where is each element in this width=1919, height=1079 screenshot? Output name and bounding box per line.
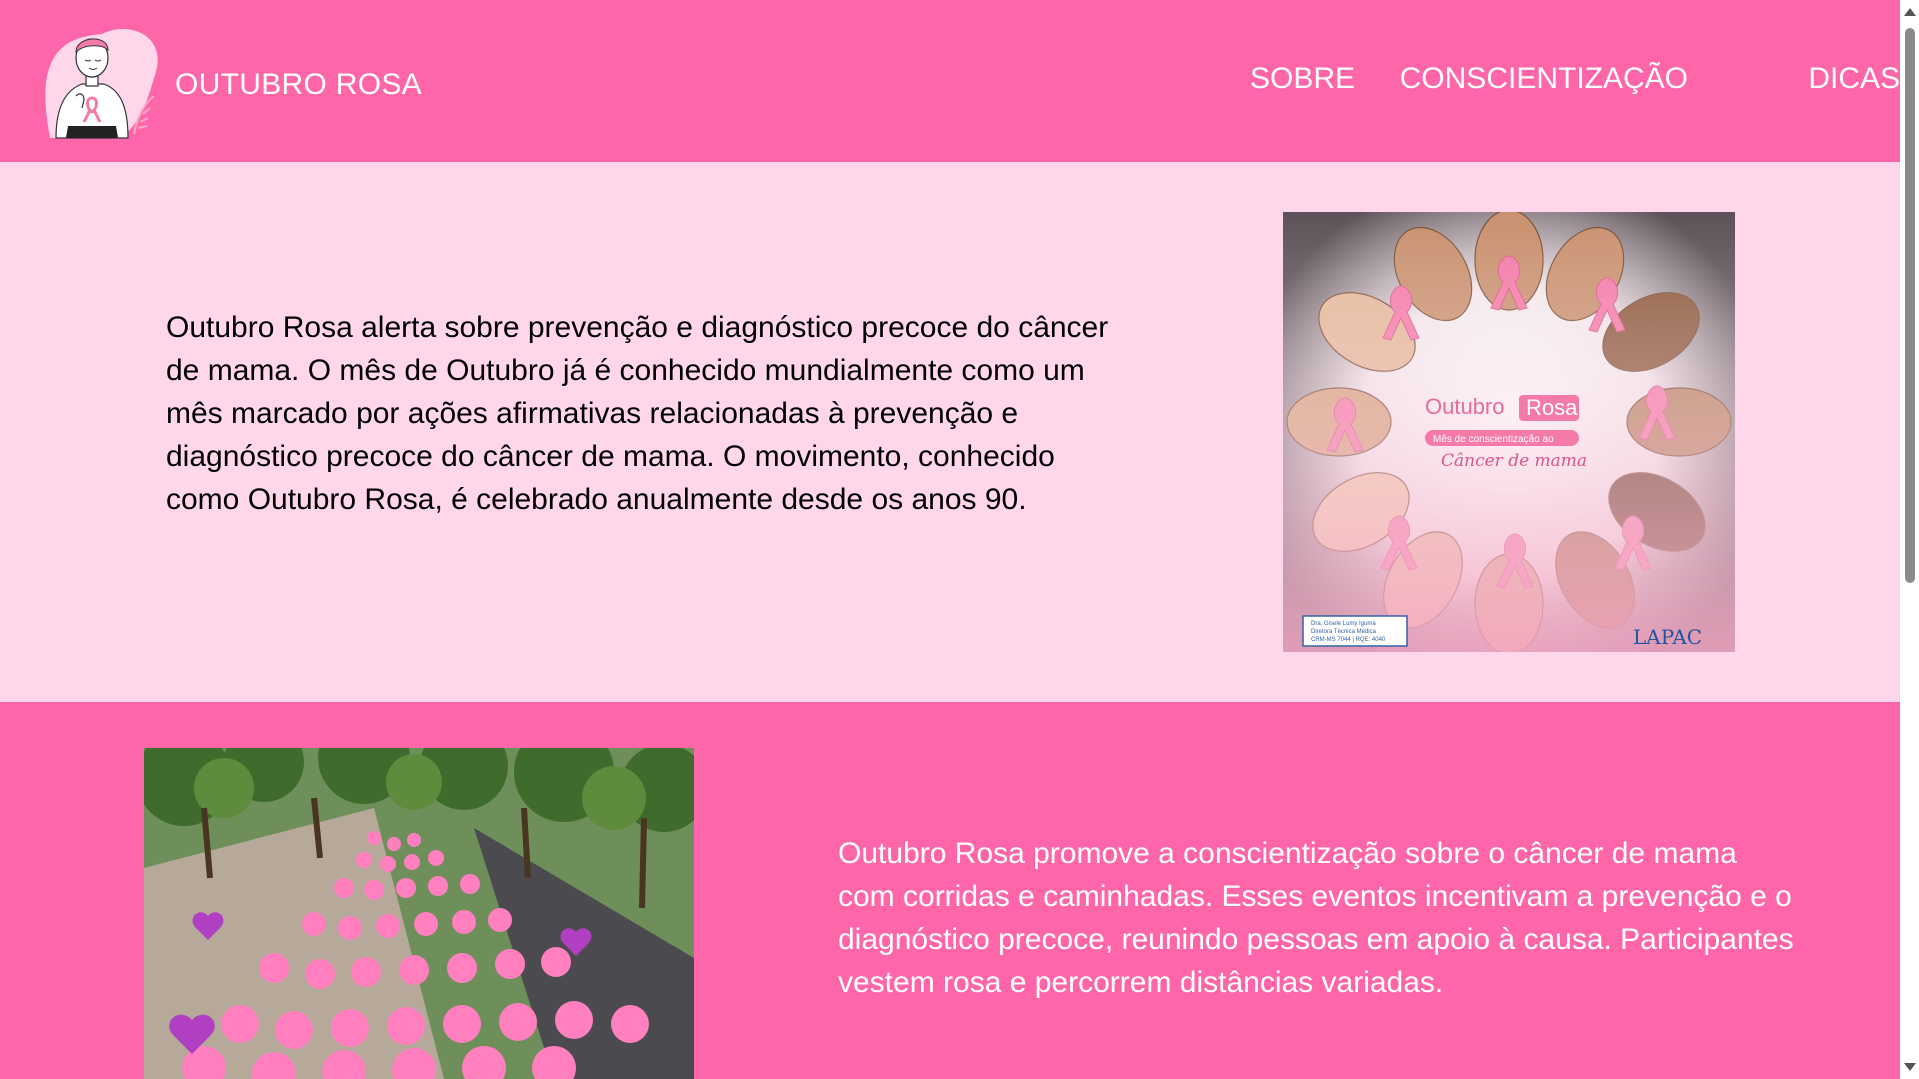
logo-illustration[interactable] [42,26,162,140]
doctor-crm: CRM-MS 7044 | RQE: 4040 [1311,637,1386,643]
nav-link-dicas[interactable]: DICAS [1808,62,1900,96]
events-section: Outubro Rosa promove a conscientização s… [0,702,1900,1079]
doctor-title: Diretora Técnica Médica [1311,629,1377,635]
pink-walk-photo [144,748,694,1079]
image-subtitle: Mês de conscientização ao [1433,434,1554,445]
awareness-section: Outubro Rosa alerta sobre prevenção e di… [0,162,1900,702]
scroll-up-arrow-icon[interactable] [1904,8,1916,16]
site-header: OUTUBRO ROSA SOBRE CONSCIENTIZAÇÃO DICAS [0,0,1900,162]
image-title-rosa: Rosa [1526,395,1578,420]
awareness-paragraph: Outubro Rosa alerta sobre prevenção e di… [166,311,1109,516]
site-title: OUTUBRO ROSA [175,68,422,101]
page-scrollbar[interactable] [1900,0,1919,1079]
scrollbar-thumb[interactable] [1905,28,1915,583]
scroll-down-arrow-icon[interactable] [1904,1063,1916,1071]
image-script-text: Câncer de mama [1441,451,1587,471]
image-title-outubro: Outubro [1425,394,1505,419]
doctor-name: Dra. Gisele Lumy Iguma [1311,621,1376,627]
nav-link-conscientizacao[interactable]: CONSCIENTIZAÇÃO [1400,62,1688,96]
nav-link-sobre[interactable]: SOBRE [1250,62,1355,96]
events-paragraph: Outubro Rosa promove a conscientização s… [838,837,1794,999]
ribbon-hands-image: Outubro Rosa Mês de conscientização ao C… [1283,212,1735,652]
lapac-logo: LAPAC [1633,625,1702,649]
